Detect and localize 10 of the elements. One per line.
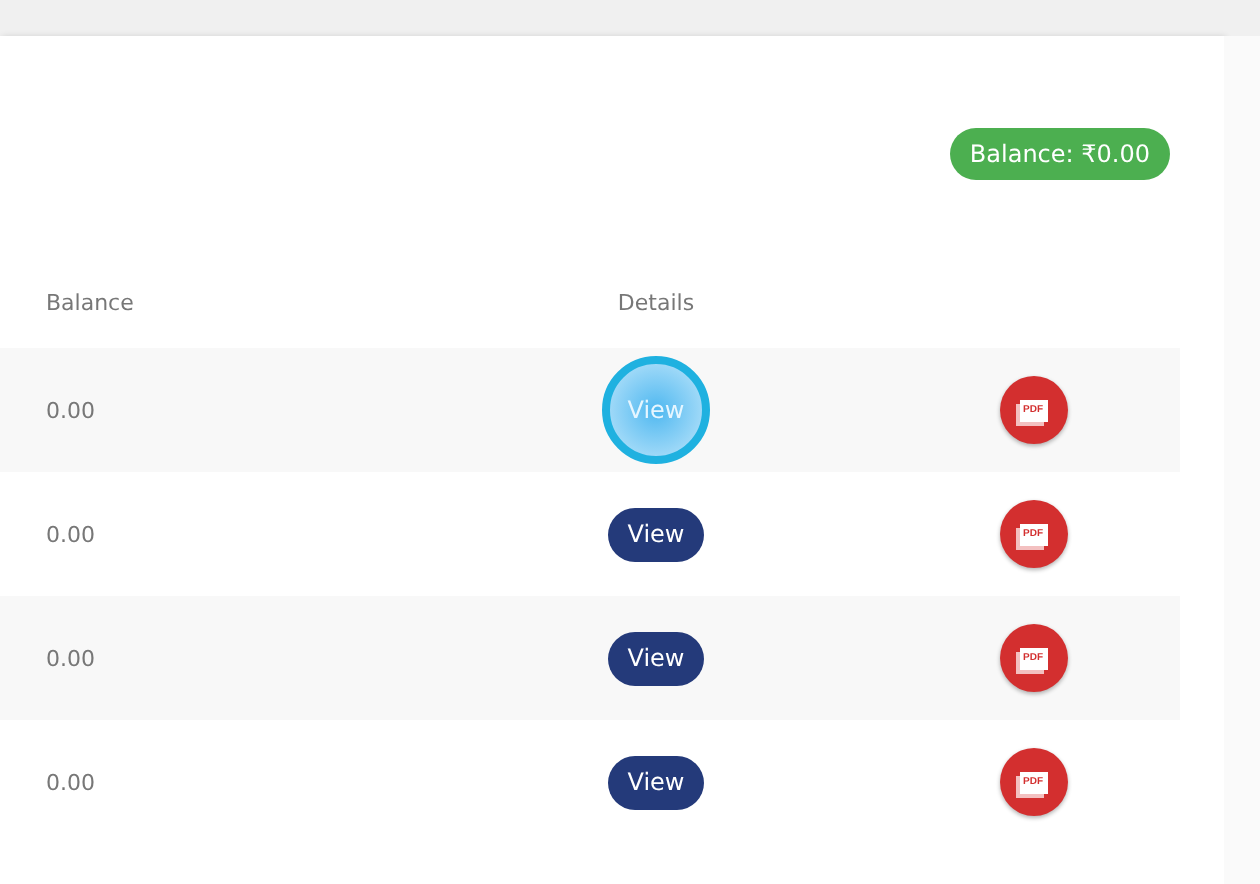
view-button[interactable]: View bbox=[608, 755, 704, 809]
balance-cell: 0.00 bbox=[46, 521, 95, 547]
balance-badge: Balance: ₹0.00 bbox=[949, 128, 1170, 180]
column-header: Details bbox=[617, 289, 695, 315]
balance-cell: 0.00 bbox=[46, 397, 95, 423]
view-button[interactable]: View bbox=[608, 507, 704, 561]
view-button[interactable]: View bbox=[608, 631, 704, 685]
column-header: Balance bbox=[46, 289, 134, 315]
balance-cell: 0.00 bbox=[46, 769, 95, 795]
balance-cell: 0.00 bbox=[46, 645, 95, 671]
